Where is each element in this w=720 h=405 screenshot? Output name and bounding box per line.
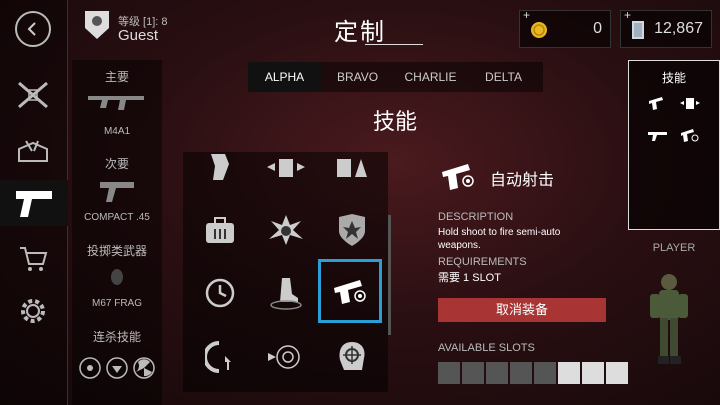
slot-used bbox=[510, 362, 532, 384]
slot-used bbox=[438, 362, 460, 384]
radar-target-icon bbox=[268, 345, 300, 369]
player-label: PLAYER bbox=[652, 242, 696, 254]
hand-grip-icon bbox=[211, 154, 229, 180]
primary-weapon-name: M4A1 bbox=[103, 126, 131, 137]
secondary-weapon-name: COMPACT .45 bbox=[84, 212, 150, 223]
skill-ammo-pouch[interactable] bbox=[189, 199, 251, 261]
skill-fast-reload[interactable] bbox=[189, 326, 251, 388]
throwable-name: M67 FRAG bbox=[91, 298, 142, 309]
sidebar-item-settings[interactable] bbox=[8, 288, 58, 334]
armor-swap-icon bbox=[267, 159, 305, 177]
sidebar-item-store[interactable] bbox=[8, 236, 58, 282]
tab-alpha[interactable]: ALPHA bbox=[248, 62, 321, 92]
section-title: 技能 bbox=[372, 109, 417, 134]
tab-delta[interactable]: DELTA bbox=[467, 62, 540, 92]
skill-quiet-step[interactable] bbox=[255, 262, 317, 324]
skill-head-target[interactable] bbox=[321, 326, 383, 388]
skill-name: 自动射击 bbox=[490, 172, 555, 189]
skill-radar-target[interactable] bbox=[255, 326, 317, 388]
requirements-value: 需要 1 SLOT bbox=[438, 272, 501, 284]
handgun-icon[interactable] bbox=[98, 178, 136, 204]
unequip-button[interactable]: 取消装备 bbox=[438, 298, 606, 322]
equipped-armor-swap-icon[interactable] bbox=[679, 95, 701, 111]
blast-shield-icon bbox=[339, 214, 365, 246]
selected-skill-icon bbox=[442, 164, 474, 190]
description-line-1: Hold shoot to fire semi-auto bbox=[438, 227, 561, 238]
slots-label: AVAILABLE SLOTS bbox=[438, 342, 535, 354]
loadout-panel: 主要 M4A1 次要 COMPACT .45 投掷类武器 M67 FRAG 连杀… bbox=[72, 60, 162, 405]
skill-grid bbox=[183, 152, 388, 392]
shopping-cart-icon bbox=[20, 247, 48, 271]
rifle-icon[interactable] bbox=[86, 88, 148, 114]
page-title: 定制 bbox=[334, 19, 386, 46]
slot-bar bbox=[438, 362, 628, 384]
throwable-header: 投掷类武器 bbox=[86, 244, 147, 258]
pistol-icon bbox=[16, 191, 52, 217]
skill-grenade-blast[interactable] bbox=[255, 199, 317, 261]
add-gold-button[interactable]: + bbox=[523, 8, 530, 22]
grenade-icon[interactable] bbox=[108, 264, 126, 286]
gold-currency[interactable]: + 0 bbox=[519, 8, 611, 48]
add-cash-button[interactable]: + bbox=[624, 8, 631, 22]
primary-header: 主要 bbox=[104, 70, 129, 84]
killstreak-icons[interactable] bbox=[78, 356, 156, 380]
equipped-semi-auto-icon[interactable] bbox=[647, 95, 667, 111]
cash-currency[interactable]: + 12,867 bbox=[620, 8, 712, 48]
killstreak-header: 连杀技能 bbox=[92, 330, 141, 344]
equipped-pistol-ring-icon[interactable] bbox=[679, 127, 701, 143]
sidebar bbox=[0, 0, 68, 405]
slot-free bbox=[606, 362, 628, 384]
fast-reload-icon bbox=[205, 341, 231, 373]
skill-blast-shield[interactable] bbox=[321, 199, 383, 261]
head-target-icon bbox=[339, 342, 365, 370]
description-line-2: weapons. bbox=[438, 240, 481, 251]
skill-armor-swap[interactable] bbox=[255, 136, 317, 198]
skill-grid-scrollbar[interactable] bbox=[388, 215, 391, 335]
equipped-weapon-icon[interactable] bbox=[647, 127, 669, 143]
gold-coin-icon bbox=[531, 22, 547, 38]
sidebar-item-loadout[interactable] bbox=[0, 180, 68, 226]
grenade-blast-icon bbox=[269, 215, 303, 245]
slot-used bbox=[462, 362, 484, 384]
requirements-label: REQUIREMENTS bbox=[438, 256, 527, 268]
skill-armor-break[interactable] bbox=[321, 136, 383, 198]
semi-auto-pistol-icon bbox=[334, 280, 366, 304]
gear-icon bbox=[21, 299, 45, 323]
equipped-skills-title: 技能 bbox=[661, 71, 686, 85]
tab-bravo[interactable]: BRAVO bbox=[321, 62, 394, 92]
soldier-avatar[interactable] bbox=[646, 272, 692, 368]
title-underline bbox=[365, 44, 423, 45]
ammo-pouch-icon bbox=[206, 217, 234, 243]
equipped-skills-panel: 技能 bbox=[628, 60, 720, 230]
slot-free bbox=[558, 362, 580, 384]
description-label: DESCRIPTION bbox=[438, 211, 514, 223]
sidebar-item-weapons[interactable] bbox=[8, 72, 58, 118]
gold-amount: 0 bbox=[593, 20, 602, 37]
sidebar-item-supplies[interactable] bbox=[8, 128, 58, 174]
armor-break-icon bbox=[337, 159, 367, 177]
skill-hand-grip[interactable] bbox=[189, 136, 251, 198]
secondary-header: 次要 bbox=[104, 157, 129, 171]
tab-charlie[interactable]: CHARLIE bbox=[394, 62, 467, 92]
crossed-rifles-icon bbox=[18, 81, 48, 109]
ammo-crate-icon bbox=[18, 140, 48, 162]
clock-icon bbox=[205, 278, 235, 308]
slot-used bbox=[486, 362, 508, 384]
slot-used bbox=[534, 362, 556, 384]
skill-semi-auto[interactable] bbox=[318, 259, 382, 323]
loadout-tabs: ALPHA BRAVO CHARLIE DELTA bbox=[248, 62, 543, 92]
cash-stack-icon bbox=[632, 21, 644, 39]
slot-free bbox=[582, 362, 604, 384]
quiet-step-icon bbox=[270, 278, 302, 310]
cash-amount: 12,867 bbox=[654, 20, 703, 37]
skill-clock[interactable] bbox=[189, 262, 251, 324]
